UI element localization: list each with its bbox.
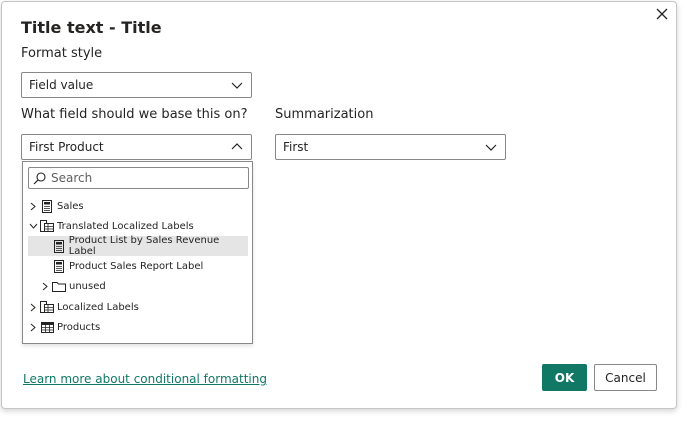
field-search-box[interactable]: [28, 167, 249, 189]
base-field-value: First Product: [29, 140, 104, 154]
tree-item-label: Products: [57, 321, 101, 333]
dialog-title: Title text - Title: [21, 18, 162, 37]
format-style-label: Format style: [21, 46, 103, 61]
tree-item-label: Product List by Sales Revenue Label: [68, 235, 220, 257]
tree-item-label: unused: [69, 280, 106, 292]
summarization-label: Summarization: [275, 107, 374, 122]
learn-more-link[interactable]: Learn more about conditional formatting: [23, 372, 267, 386]
tree-item-product-list-by-sales-revenue-label[interactable]: Product List by Sales Revenue Label: [28, 235, 248, 257]
format-style-value: Field value: [29, 78, 94, 92]
format-style-dropdown[interactable]: Field value: [21, 72, 252, 98]
chevron-down-icon: [231, 82, 243, 89]
chevron-right-icon[interactable]: [28, 302, 38, 312]
table-icon: [40, 300, 54, 314]
grid-table-icon: [40, 320, 54, 334]
measure-icon: [52, 239, 66, 253]
chevron-down-icon[interactable]: [28, 221, 38, 231]
tree-item-unused-folder[interactable]: unused: [28, 276, 248, 296]
ok-button[interactable]: OK: [542, 364, 587, 391]
measure-icon: [52, 259, 66, 273]
search-icon: [33, 171, 46, 184]
tree-item-localized-labels[interactable]: Localized Labels: [28, 297, 248, 317]
summarization-dropdown[interactable]: First: [275, 134, 506, 160]
folder-icon: [52, 279, 66, 293]
table-icon: [40, 219, 54, 233]
tree-item-label: Translated Localized Labels: [57, 220, 194, 232]
tree-item-sales[interactable]: Sales: [28, 196, 248, 216]
tree-item-translated-localized-labels[interactable]: Translated Localized Labels: [28, 216, 248, 236]
chevron-down-icon: [485, 144, 497, 151]
tree-item-products[interactable]: Products: [28, 317, 248, 337]
base-field-dropdown[interactable]: First Product: [21, 134, 252, 160]
field-search-input[interactable]: [51, 171, 236, 185]
table-calc-icon: [40, 199, 54, 213]
close-icon: [656, 8, 668, 20]
cancel-button[interactable]: Cancel: [594, 364, 657, 391]
summarization-value: First: [283, 140, 309, 154]
tree-item-product-sales-report-label[interactable]: Product Sales Report Label: [28, 256, 248, 276]
chevron-right-icon[interactable]: [28, 201, 38, 211]
tree-item-label: Localized Labels: [57, 301, 139, 313]
chevron-right-icon[interactable]: [28, 322, 38, 332]
base-field-label: What field should we base this on?: [21, 107, 248, 122]
field-picker-panel: Sales Translated Localized Labels: [22, 161, 253, 344]
chevron-right-icon[interactable]: [40, 281, 50, 291]
close-button[interactable]: [652, 4, 672, 24]
tree-item-label: Product Sales Report Label: [69, 260, 204, 272]
tree-item-label: Sales: [57, 200, 84, 212]
chevron-up-icon: [231, 143, 243, 150]
conditional-formatting-dialog: Title text - Title Format style Field va…: [1, 1, 677, 409]
